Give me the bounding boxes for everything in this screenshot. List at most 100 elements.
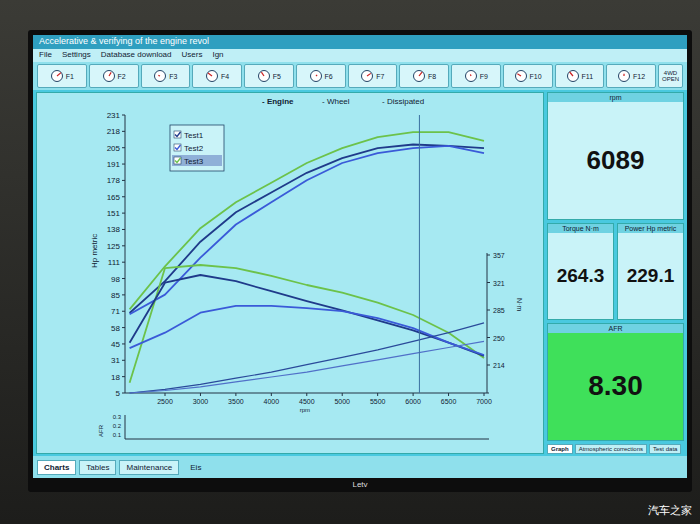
readout-tab[interactable]: Graph — [547, 444, 573, 454]
y-tick: 18 — [111, 373, 120, 382]
readout-value: 6089 — [587, 102, 645, 219]
power-series — [130, 132, 484, 309]
legend-checkbox[interactable] — [174, 144, 181, 151]
check-icon — [175, 132, 181, 137]
legend-item[interactable]: Test2 — [172, 142, 222, 153]
y-tick: 231 — [107, 111, 121, 120]
dissipated-curve — [130, 323, 484, 393]
part — [567, 71, 578, 82]
dissipated-curve — [130, 341, 484, 393]
readout-tab[interactable]: Test data — [649, 444, 681, 454]
part — [170, 125, 224, 171]
part — [174, 131, 181, 138]
monitor: Accelerative & verifying of the engine r… — [28, 30, 692, 492]
part — [200, 393, 201, 396]
part — [122, 360, 125, 361]
y2-axis-label: N·m — [516, 298, 523, 311]
torque-curve — [130, 306, 484, 355]
y2-tick: 285 — [493, 307, 505, 314]
part — [122, 278, 125, 279]
y-tick: 58 — [111, 324, 120, 333]
toolbar-button[interactable]: F8 — [399, 64, 449, 88]
legend-item[interactable]: Test1 — [172, 129, 222, 140]
gauge-icon — [102, 69, 116, 83]
menu-item[interactable]: Database download — [101, 50, 172, 61]
status-text: Eis — [190, 463, 201, 472]
menu-item[interactable]: File — [39, 50, 52, 61]
legend-label: Test1 — [184, 131, 204, 140]
part — [419, 72, 422, 76]
gauge-icon — [153, 69, 167, 83]
cursor-line[interactable] — [419, 115, 420, 393]
menu-item[interactable]: Ign — [212, 50, 223, 61]
readout-box: Power Hp metric229.1 — [617, 223, 684, 320]
main-area: - Engine- Wheel- Dissipated2312182051911… — [33, 90, 687, 456]
torque-curve — [130, 275, 484, 356]
gauge-icon — [464, 69, 478, 83]
readout-box: rpm6089 — [547, 92, 684, 220]
y-tick: 45 — [111, 340, 120, 349]
part — [207, 71, 218, 82]
title-bar: Accelerative & verifying of the engine r… — [33, 35, 687, 49]
readout-tab[interactable]: Atmospheric corrections — [575, 444, 647, 454]
part — [122, 393, 125, 394]
part — [316, 75, 317, 76]
x-tick: 6500 — [441, 398, 457, 405]
part — [465, 71, 476, 82]
part — [367, 73, 371, 76]
gauge-icon — [309, 69, 323, 83]
y2-tick: 321 — [493, 280, 505, 287]
part — [208, 73, 212, 76]
toolbar-button[interactable]: F11 — [555, 64, 605, 88]
bottom-tab[interactable]: Charts — [37, 460, 76, 475]
toolbar-button[interactable]: F7 — [348, 64, 398, 88]
part — [159, 75, 161, 77]
y-tick: 138 — [107, 225, 121, 234]
toolbar-button[interactable]: F12 — [606, 64, 656, 88]
readout-panel: rpm6089Torque N·m264.3Power Hp metric229… — [547, 92, 684, 454]
legend-item[interactable]: Test3 — [172, 155, 222, 166]
part — [122, 164, 125, 165]
gauge-icon — [50, 69, 64, 83]
part — [122, 147, 125, 148]
bottom-bar: ChartsTablesMaintenance Eis — [33, 456, 687, 478]
part — [258, 71, 269, 82]
toolbar-button[interactable]: F10 — [503, 64, 553, 88]
toolbar-button[interactable]: F9 — [451, 64, 501, 88]
menu-item[interactable]: Settings — [62, 50, 91, 61]
y-tick: 85 — [111, 291, 120, 300]
readout-box: AFR8.30 — [547, 323, 684, 441]
part — [125, 439, 489, 440]
part — [122, 327, 125, 328]
series-color — [130, 275, 484, 356]
x-tick: 5500 — [370, 398, 386, 405]
toolbar-button[interactable]: F6 — [296, 64, 346, 88]
bottom-tab[interactable]: Tables — [79, 460, 116, 475]
series-color — [130, 341, 484, 393]
torque-series — [130, 275, 484, 356]
part — [122, 196, 125, 197]
afr-axis — [125, 415, 126, 439]
readout-label: Torque N·m — [548, 224, 613, 233]
part — [487, 255, 490, 256]
toolbar-button[interactable]: F5 — [244, 64, 294, 88]
toolbar-label: F2 — [118, 73, 126, 80]
y-tick: 5 — [116, 389, 121, 398]
part — [122, 180, 125, 181]
part — [362, 71, 373, 82]
menu-item[interactable]: Users — [182, 50, 203, 61]
gauge-icon — [566, 69, 580, 83]
toolbar: F1 F2 F3F4F5F6F7F8F9F10F11F124WDOPEN — [33, 62, 687, 90]
drive-mode[interactable]: 4WDOPEN — [658, 64, 683, 88]
bottom-tab[interactable]: Maintenance — [119, 460, 179, 475]
toolbar-button[interactable]: F3 — [141, 64, 191, 88]
toolbar-button[interactable]: F4 — [192, 64, 242, 88]
legend-checkbox[interactable] — [174, 131, 181, 138]
readout-value: 8.30 — [588, 333, 643, 440]
toolbar-button[interactable]: F1 — [37, 64, 87, 88]
x-tick: 5000 — [334, 398, 350, 405]
toolbar-button[interactable]: F2 — [89, 64, 139, 88]
chart-header: - Engine — [262, 97, 294, 106]
legend-checkbox[interactable] — [174, 157, 181, 164]
part — [517, 74, 521, 76]
